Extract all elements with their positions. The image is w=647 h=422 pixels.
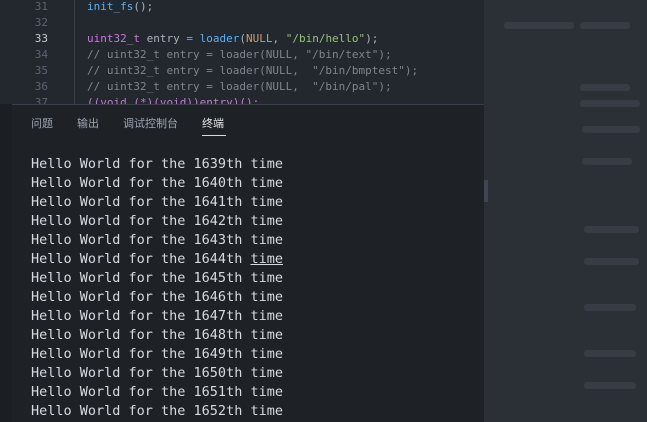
tab-debug-console[interactable]: 调试控制台 bbox=[123, 117, 178, 131]
blurred-text bbox=[504, 22, 574, 29]
punct-token: , bbox=[272, 32, 286, 45]
terminal-line: Hello World for the 1643th time bbox=[31, 232, 283, 248]
terminal-line: Hello World for the 1646th time bbox=[31, 289, 283, 305]
code-line-35-comment: // uint32_t entry = loader(NULL, "/bin/b… bbox=[87, 64, 419, 77]
punct-token: (); bbox=[133, 0, 154, 13]
blurred-text bbox=[580, 100, 640, 107]
line-number-gutter: 31 32 33 34 35 36 37 bbox=[12, 0, 62, 104]
terminal-line: Hello World for the 1650th time bbox=[31, 365, 283, 381]
blurred-text bbox=[580, 84, 630, 91]
terminal-line: Hello World for the 1642th time bbox=[31, 213, 283, 229]
terminal-line: Hello World for the 1652th time bbox=[31, 403, 283, 419]
tab-problems[interactable]: 问题 bbox=[31, 117, 53, 131]
line-number: 32 bbox=[34, 16, 48, 29]
line-number: 34 bbox=[34, 48, 48, 61]
blurred-text bbox=[580, 22, 630, 29]
terminal-line: Hello World for the 1639th time bbox=[31, 156, 283, 172]
blurred-text bbox=[584, 226, 639, 233]
function-token: loader bbox=[192, 32, 240, 45]
bottom-panel: 问题 输出 调试控制台 终端 Hello World for the 1639t… bbox=[12, 104, 484, 422]
terminal-line: Hello World for the 1647th time bbox=[31, 308, 283, 324]
operator-token: = bbox=[186, 32, 193, 45]
constant-token: NULL bbox=[245, 32, 273, 45]
tab-output[interactable]: 输出 bbox=[77, 117, 99, 131]
blurred-text bbox=[584, 304, 636, 311]
panel-tab-bar: 问题 输出 调试控制台 终端 bbox=[12, 105, 484, 141]
terminal-output[interactable]: Hello World for the 1639th time Hello Wo… bbox=[12, 153, 484, 422]
blurred-text bbox=[582, 126, 640, 133]
line-number: 31 bbox=[34, 0, 48, 13]
indent-guide bbox=[74, 0, 75, 104]
code-line-31: init_fs(); bbox=[87, 0, 153, 15]
terminal-line: Hello World for the 1649th time bbox=[31, 346, 283, 362]
line-number-active: 33 bbox=[34, 32, 48, 45]
terminal-line: Hello World for the 1640th time bbox=[31, 175, 283, 191]
terminal-line: Hello World for the 1651th time bbox=[31, 384, 283, 400]
terminal-line: Hello World for the 1644th time bbox=[31, 250, 283, 269]
code-line-33: uint32_t entry = loader(NULL, "/bin/hell… bbox=[87, 31, 378, 47]
line-number: 35 bbox=[34, 64, 48, 77]
code-line-34-comment: // uint32_t entry = loader(NULL, "/bin/t… bbox=[87, 48, 392, 61]
terminal-line-text: Hello World for the 1644th bbox=[31, 251, 243, 267]
active-tab-indicator bbox=[202, 135, 226, 136]
type-token: uint32_t bbox=[87, 32, 140, 45]
terminal-line: Hello World for the 1645th time bbox=[31, 270, 283, 286]
string-token: "/bin/hello" bbox=[285, 32, 366, 45]
blurred-side-pane bbox=[484, 0, 647, 422]
function-token: init_fs bbox=[87, 0, 134, 13]
terminal-line: Hello World for the 1641th time bbox=[31, 194, 283, 210]
blurred-text bbox=[584, 258, 639, 265]
punct-token: ( bbox=[239, 32, 246, 45]
tab-terminal[interactable]: 终端 bbox=[202, 117, 224, 131]
code-editor[interactable]: 31 32 33 34 35 36 37 init_fs(); uint32_t… bbox=[0, 0, 484, 104]
code-line-37: ((void (*)(void))entry)(); bbox=[87, 96, 260, 104]
line-number: 37 bbox=[34, 96, 48, 104]
blurred-text bbox=[584, 350, 636, 357]
blurred-text bbox=[582, 158, 632, 165]
line-number: 36 bbox=[34, 80, 48, 93]
scroll-indicator bbox=[484, 180, 488, 202]
code-line-36-comment: // uint32_t entry = loader(NULL, "/bin/p… bbox=[87, 80, 392, 93]
blurred-text bbox=[584, 382, 636, 389]
underlined-word: time bbox=[250, 251, 283, 267]
vscode-window: 31 32 33 34 35 36 37 init_fs(); uint32_t… bbox=[0, 0, 647, 422]
var-token: entry bbox=[139, 32, 187, 45]
punct-token: ); bbox=[365, 32, 379, 45]
terminal-line: Hello World for the 1648th time bbox=[31, 327, 283, 343]
